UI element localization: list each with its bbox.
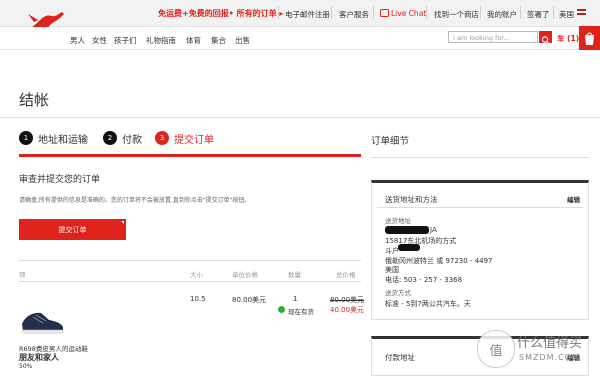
ship-method-label: 送货方式 xyxy=(385,289,411,297)
live-chat-link[interactable]: Live Chat xyxy=(391,9,426,18)
corner-arrow-icon xyxy=(121,221,124,224)
item-size: 10.5 xyxy=(190,295,206,303)
email-signup-link[interactable]: 电子邮件注册 xyxy=(285,9,330,20)
divider xyxy=(278,6,279,19)
address-phone: 电话: 503 - 257 - 3368 xyxy=(385,276,463,284)
nav-men[interactable]: 男人 xyxy=(70,35,85,46)
step-3-number: 3 xyxy=(155,131,169,145)
address-line-2: 15817东北机场的方式 xyxy=(385,237,457,245)
search-button[interactable] xyxy=(539,31,552,44)
divider xyxy=(553,6,554,19)
bag-icon xyxy=(585,32,594,45)
watermark-text: 什么值得买 xyxy=(517,336,583,351)
step-progress-bar xyxy=(19,154,361,157)
watermark-url: SMZDM.COM xyxy=(519,353,580,362)
submit-order-label: 提交订单 xyxy=(58,226,87,234)
us-flag-icon xyxy=(577,9,586,15)
original-price: 80.00美元 xyxy=(330,296,365,304)
divider xyxy=(480,6,481,19)
col-size: 大小 xyxy=(190,271,203,279)
step-2-number: 2 xyxy=(103,131,117,145)
nav-gift-guide[interactable]: 礼物指南 xyxy=(146,35,176,46)
col-total: 总价格 xyxy=(336,271,356,279)
cart-link[interactable]: 车 (1) xyxy=(557,33,579,44)
chat-icon xyxy=(380,9,389,17)
divider xyxy=(520,6,521,19)
divider xyxy=(19,281,361,282)
country-selector[interactable]: 美国 xyxy=(559,9,574,20)
address-city-state: 俄勒冈州波特兰 或 97230 - 4497 xyxy=(385,257,493,265)
ship-method-value: 标准 - 5到7两公共汽车。天 xyxy=(385,300,471,308)
nav-collections[interactable]: 集合 xyxy=(211,35,226,46)
divider xyxy=(426,6,427,19)
free-shipping-promo[interactable]: 免运费+免费的回报• 所有的订单 ▸ xyxy=(158,8,283,19)
watermark-badge-char: 值 xyxy=(489,344,503,359)
nav-women[interactable]: 女性 xyxy=(92,35,107,46)
address-line-3: 斗户 xyxy=(385,247,399,255)
shipping-panel-title: 送货地址和方法 xyxy=(385,195,438,204)
redacted-line xyxy=(398,244,420,251)
step-1-number: 1 xyxy=(19,131,33,145)
nav-sport[interactable]: 体育 xyxy=(186,35,201,46)
address-line-1: JA xyxy=(430,226,437,234)
order-details-heading: 订单细节 xyxy=(371,136,410,147)
divider xyxy=(377,207,583,208)
search-icon xyxy=(541,36,550,44)
discount-percent: 50% xyxy=(19,363,33,370)
address-country: 美国 xyxy=(385,266,399,274)
col-unit-price: 单位价格 xyxy=(232,271,258,279)
shipping-edit-link[interactable]: 编辑 xyxy=(567,194,580,204)
nav-sale[interactable]: 出售 xyxy=(235,35,250,46)
item-unit-price: 80.00美元 xyxy=(232,296,267,304)
stock-status: 现在有货 xyxy=(288,308,314,316)
review-heading: 审查并提交您的订单 xyxy=(19,175,101,185)
review-note: 请确盒,所有提供的信息是准确的。您的订单将不会被放置,直到你点击"提交订单"按钮… xyxy=(19,197,251,204)
step-address-shipping[interactable]: 地址和运输 xyxy=(38,131,88,146)
divider xyxy=(373,6,374,19)
divider xyxy=(19,260,361,261)
step-submit-order: 提交订单 xyxy=(174,135,214,146)
payment-panel-title: 付款地址 xyxy=(385,353,415,362)
divider xyxy=(371,157,589,158)
sale-price: 40.00美元 xyxy=(330,306,365,314)
search-input[interactable]: I am looking for... xyxy=(448,31,538,43)
col-item: 项 xyxy=(19,271,26,279)
submit-order-button[interactable]: 提交订单 xyxy=(19,219,126,240)
customer-service-link[interactable]: 客户服务 xyxy=(339,9,369,20)
product-shoe-image[interactable] xyxy=(19,306,65,336)
col-qty: 数量 xyxy=(288,271,301,279)
item-qty: 1 xyxy=(293,295,298,303)
my-account-link[interactable]: 我的账户 xyxy=(487,9,517,20)
divider xyxy=(331,6,332,19)
ship-address-label: 送货地址 xyxy=(385,217,411,225)
product-variant: 朋友和家人 xyxy=(19,353,59,362)
sign-out-link[interactable]: 签署了 xyxy=(527,9,550,20)
page-title: 结帐 xyxy=(19,91,50,109)
redacted-name xyxy=(385,226,429,234)
watermark-badge: 值 xyxy=(477,330,515,368)
nav-kids[interactable]: 孩子们 xyxy=(114,35,137,46)
step-payment[interactable]: 付款 xyxy=(122,131,142,146)
in-stock-check-icon xyxy=(278,306,285,313)
cart-tab[interactable] xyxy=(579,26,600,50)
store-locator-link[interactable]: 找到一个商店 xyxy=(434,9,479,20)
divider xyxy=(0,117,600,118)
